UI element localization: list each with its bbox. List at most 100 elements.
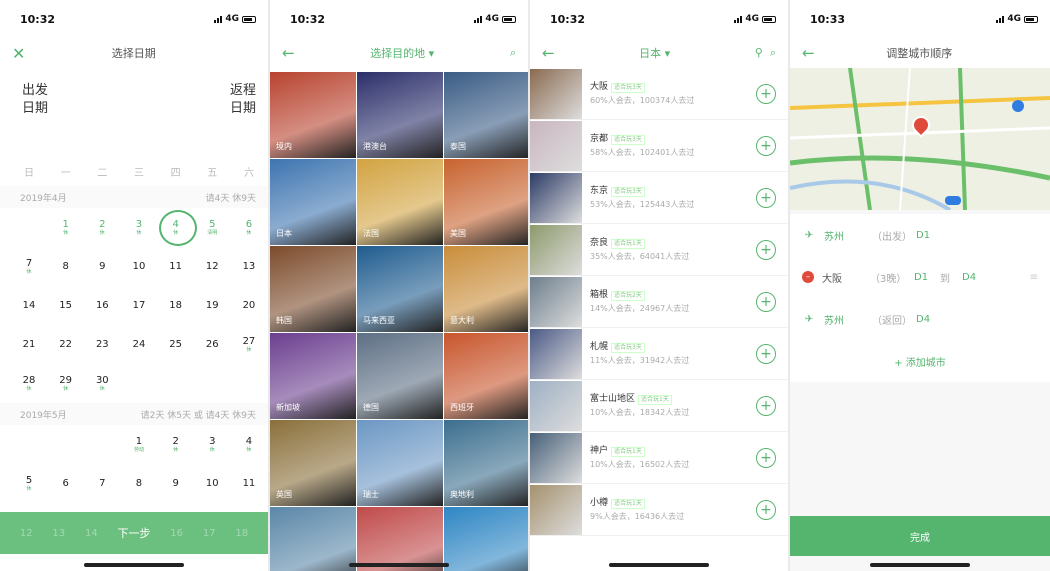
back-arrow-icon[interactable]: ← xyxy=(282,44,295,62)
city-list-item[interactable]: 东京 适合玩3天 53%人会去，125443人去过 + xyxy=(530,172,788,224)
calendar-day[interactable]: 19 xyxy=(205,300,219,311)
calendar-day[interactable]: 4休 xyxy=(242,436,256,454)
route-map[interactable] xyxy=(790,68,1050,210)
calendar-day[interactable]: 2休 xyxy=(169,436,183,454)
remove-city-icon[interactable]: – xyxy=(802,271,814,283)
add-city-icon[interactable]: + xyxy=(756,239,776,260)
calendar-day[interactable]: 11 xyxy=(242,478,256,489)
next-step-button[interactable]: 12 13 14 下一步 16 17 18 xyxy=(0,512,268,554)
back-arrow-icon[interactable]: ← xyxy=(802,44,815,62)
city-list-item[interactable]: 箱根 适合玩2天 14%人会去，24967人去过 + xyxy=(530,276,788,328)
add-city-button[interactable]: + 添加城市 xyxy=(790,340,1050,382)
destination-tile[interactable] xyxy=(444,507,528,571)
calendar-day[interactable]: 17 xyxy=(132,300,146,311)
departure-date[interactable]: 出发 日期 xyxy=(22,82,48,156)
city-name: 札幌 xyxy=(590,342,609,352)
calendar-day[interactable]: 1休 xyxy=(59,219,73,237)
calendar-day[interactable]: 8 xyxy=(59,261,73,272)
calendar-day[interactable]: 4休 xyxy=(158,209,197,246)
arrival-icon: ✈ xyxy=(804,313,814,325)
destination-tile[interactable]: 境内 xyxy=(270,72,356,158)
calendar-day[interactable]: 21 xyxy=(22,339,36,350)
calendar-day[interactable]: 25 xyxy=(169,339,183,350)
destination-tile[interactable]: 意大利 xyxy=(444,246,528,332)
destination-tile[interactable]: 英国 xyxy=(270,420,356,506)
destination-dropdown[interactable]: 选择目的地 ▾ xyxy=(370,45,434,61)
calendar-day[interactable]: 5 清明 xyxy=(205,219,219,237)
add-city-icon[interactable]: + xyxy=(756,187,776,208)
calendar-day[interactable]: 7休 xyxy=(22,258,36,276)
drag-handle-icon[interactable]: ≡ xyxy=(1030,272,1038,283)
destination-tile[interactable]: 港澳台 xyxy=(357,72,443,158)
calendar-day[interactable]: 15 xyxy=(59,300,73,311)
destination-tile[interactable]: 日本 xyxy=(270,159,356,245)
city-list-item[interactable]: 大阪 适合玩3天 60%人会去，100374人去过 + xyxy=(530,68,788,120)
calendar-day[interactable]: 2休 xyxy=(95,219,109,237)
city-order-row[interactable]: – 大阪 （3晚） D1 到 D4 ≡ xyxy=(790,256,1050,298)
back-arrow-icon[interactable]: ← xyxy=(542,44,555,62)
add-city-icon[interactable]: + xyxy=(756,395,776,416)
destination-tile[interactable]: 美国 xyxy=(444,159,528,245)
map-graphic xyxy=(790,68,1050,210)
calendar-day[interactable]: 12 xyxy=(205,261,219,272)
calendar-day[interactable]: 3休 xyxy=(132,219,146,237)
calendar-day[interactable]: 20 xyxy=(242,300,256,311)
destination-tile[interactable]: 韩国 xyxy=(270,246,356,332)
calendar-day[interactable]: 22 xyxy=(59,339,73,350)
calendar-day[interactable]: 10 xyxy=(132,261,146,272)
calendar-day[interactable]: 6 xyxy=(59,478,73,489)
day-note: 休 xyxy=(26,385,32,392)
destination-tile[interactable]: 西班牙 xyxy=(444,333,528,419)
calendar-day[interactable]: 13 xyxy=(242,261,256,272)
calendar-day[interactable]: 14 xyxy=(22,300,36,311)
city-list-item[interactable]: 富士山地区 适合玩1天 10%人会去，18342人去过 + xyxy=(530,380,788,432)
add-city-icon[interactable]: + xyxy=(756,447,776,468)
city-list-item[interactable]: 京都 适合玩3天 58%人会去，102401人去过 + xyxy=(530,120,788,172)
search-icon[interactable]: ⌕ xyxy=(510,46,516,60)
add-city-icon[interactable]: + xyxy=(756,343,776,364)
destination-tile[interactable]: 法国 xyxy=(357,159,443,245)
calendar-day[interactable]: 18 xyxy=(169,300,183,311)
city-thumbnail xyxy=(530,224,582,275)
destination-tile[interactable]: 瑞士 xyxy=(357,420,443,506)
calendar-day[interactable]: 6休 xyxy=(242,219,256,237)
calendar-day[interactable]: 7 xyxy=(95,478,109,489)
city-list-item[interactable]: 札幌 适合玩3天 11%人会去，31942人去过 + xyxy=(530,328,788,380)
calendar-day[interactable]: 5休 xyxy=(22,475,36,493)
calendar-day[interactable]: 1 劳动 xyxy=(132,436,146,454)
calendar-day[interactable]: 9 xyxy=(95,261,109,272)
search-icon[interactable]: ⌕ xyxy=(770,46,776,59)
calendar-day[interactable]: 30 休 xyxy=(95,375,109,393)
destination-tile[interactable]: 奥地利 xyxy=(444,420,528,506)
destination-tile[interactable]: 德国 xyxy=(357,333,443,419)
calendar-day[interactable]: 9 xyxy=(169,478,183,489)
city-list-item[interactable]: 神户 适合玩1天 10%人会去，16502人去过 + xyxy=(530,432,788,484)
calendar-day[interactable]: 8 xyxy=(132,478,146,489)
add-city-icon[interactable]: + xyxy=(756,291,776,312)
return-date[interactable]: 返程 日期 xyxy=(230,82,256,156)
city-list-item[interactable]: 小樽 适合玩1天 9%人会去，16436人去过 + xyxy=(530,484,788,536)
calendar-day[interactable]: 24 xyxy=(132,339,146,350)
calendar-day[interactable]: 11 xyxy=(169,261,183,272)
calendar-day[interactable]: 16 xyxy=(95,300,109,311)
calendar-day[interactable]: 26 xyxy=(205,339,219,350)
calendar-day[interactable]: 3休 xyxy=(205,436,219,454)
add-city-icon[interactable]: + xyxy=(756,83,776,104)
country-dropdown[interactable]: 日本 ▾ xyxy=(639,45,670,61)
calendar-day[interactable]: 23 xyxy=(95,339,109,350)
city-list-item[interactable]: 奈良 适合玩1天 35%人会去，64041人去过 + xyxy=(530,224,788,276)
destination-tile[interactable]: 马来西亚 xyxy=(357,246,443,332)
map-pin-icon[interactable]: ⚲ xyxy=(755,46,763,59)
calendar-day[interactable]: 28 休 xyxy=(22,375,36,393)
done-button[interactable]: 完成 xyxy=(790,516,1050,556)
destination-tile[interactable]: 新加坡 xyxy=(270,333,356,419)
destination-tile[interactable] xyxy=(270,507,356,571)
calendar-day[interactable]: 10 xyxy=(205,478,219,489)
destination-tile[interactable]: 泰国 xyxy=(444,72,528,158)
add-city-icon[interactable]: + xyxy=(756,499,776,520)
add-city-icon[interactable]: + xyxy=(756,135,776,156)
calendar-day[interactable]: 27 休 xyxy=(242,336,256,354)
close-icon[interactable]: ✕ xyxy=(12,44,25,63)
destination-tile[interactable] xyxy=(357,507,443,571)
calendar-day[interactable]: 29 休 xyxy=(59,375,73,393)
